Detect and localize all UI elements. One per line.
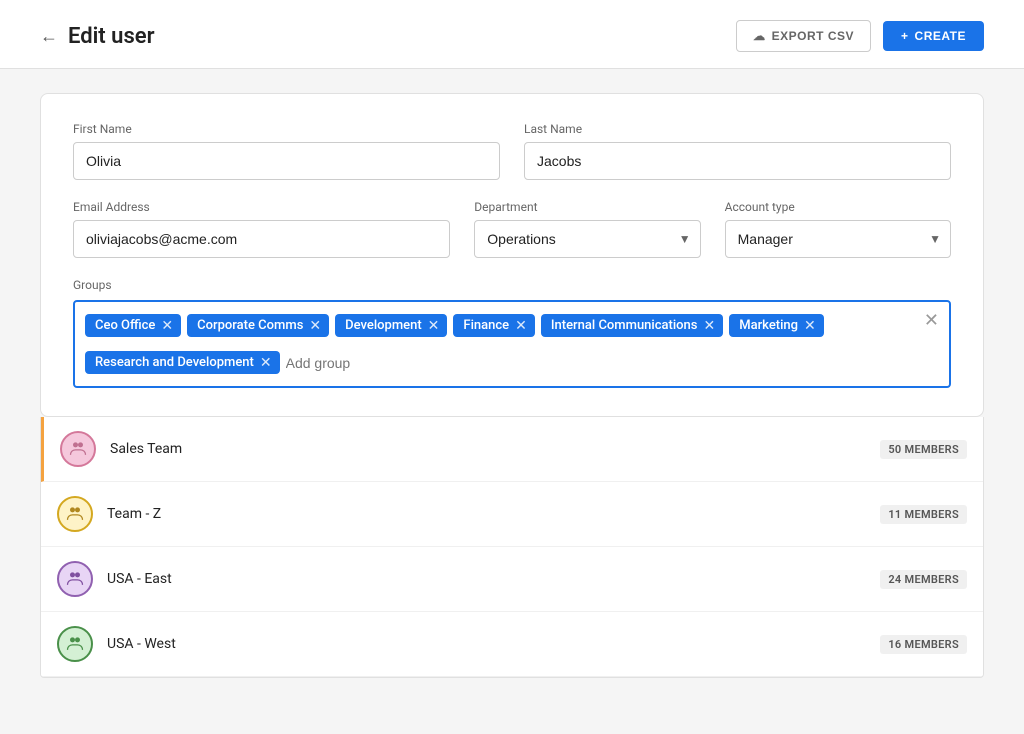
groups-label: Groups [73,278,951,292]
department-group: Department Operations Engineering Market… [474,200,700,258]
group-tag-research-dev-label: Research and Development [95,355,254,370]
group-tag-development-remove[interactable]: ✕ [428,319,440,333]
header: ← Edit user ☁ EXPORT CSV + CREATE [0,0,1024,69]
group-tag-development-label: Development [345,318,422,333]
groups-section: Groups Ceo Office ✕ Corporate Comms ✕ De… [73,278,951,388]
group-tag-ceo-office-remove[interactable]: ✕ [161,319,173,333]
team-z-member-count: 11 MEMBERS [880,505,967,524]
header-actions: ☁ EXPORT CSV + CREATE [736,20,984,52]
account-type-label: Account type [725,200,951,214]
email-input[interactable] [73,220,450,258]
group-tag-corporate-comms[interactable]: Corporate Comms ✕ [187,314,329,337]
dropdown-item-team-z[interactable]: Team - Z 11 MEMBERS [41,482,983,547]
email-dept-row: Email Address Department Operations Engi… [73,200,951,258]
groups-clear-button[interactable]: ✕ [924,312,939,330]
group-tag-internal-comms[interactable]: Internal Communications ✕ [541,314,723,337]
first-name-input[interactable] [73,142,500,180]
create-button[interactable]: + CREATE [883,21,984,51]
sales-team-name: Sales Team [110,441,880,457]
group-tag-finance-remove[interactable]: ✕ [515,319,527,333]
account-type-select-wrapper: Manager Admin User Viewer ▼ [725,220,951,258]
last-name-group: Last Name [524,122,951,180]
group-tag-finance-label: Finance [463,318,509,333]
name-row: First Name Last Name [73,122,951,180]
last-name-label: Last Name [524,122,951,136]
group-tag-research-dev[interactable]: Research and Development ✕ [85,351,280,374]
department-select[interactable]: Operations Engineering Marketing Sales F… [474,220,700,258]
dropdown-item-usa-east[interactable]: USA - East 24 MEMBERS [41,547,983,612]
sales-team-member-count: 50 MEMBERS [880,440,967,459]
department-label: Department [474,200,700,214]
group-tag-marketing[interactable]: Marketing ✕ [729,314,824,337]
usa-west-member-count: 16 MEMBERS [880,635,967,654]
back-button[interactable]: ← [40,26,58,47]
dropdown-item-usa-west[interactable]: USA - West 16 MEMBERS [41,612,983,677]
sales-team-avatar [60,431,96,467]
email-group: Email Address [73,200,450,258]
group-tag-ceo-office[interactable]: Ceo Office ✕ [85,314,181,337]
page: ← Edit user ☁ EXPORT CSV + CREATE First … [0,0,1024,734]
usa-east-avatar [57,561,93,597]
create-label: CREATE [915,29,966,43]
plus-icon: + [901,29,909,43]
first-name-group: First Name [73,122,500,180]
dropdown-list: Sales Team 50 MEMBERS Team - Z 11 MEMBER… [40,417,984,678]
team-z-avatar [57,496,93,532]
usa-west-name: USA - West [107,636,880,652]
form-card: First Name Last Name Email Address Depar… [40,93,984,417]
usa-east-member-count: 24 MEMBERS [880,570,967,589]
groups-input-box[interactable]: Ceo Office ✕ Corporate Comms ✕ Developme… [73,300,951,388]
group-tag-internal-comms-label: Internal Communications [551,318,698,333]
usa-east-name: USA - East [107,571,880,587]
last-name-input[interactable] [524,142,951,180]
dropdown-item-sales-team[interactable]: Sales Team 50 MEMBERS [41,417,983,482]
group-tag-corporate-comms-label: Corporate Comms [197,318,303,333]
main-content: First Name Last Name Email Address Depar… [0,69,1024,702]
export-label: EXPORT CSV [772,29,854,43]
group-tag-marketing-label: Marketing [739,318,798,333]
export-csv-button[interactable]: ☁ EXPORT CSV [736,20,871,52]
header-left: ← Edit user [40,24,155,49]
account-type-group: Account type Manager Admin User Viewer ▼ [725,200,951,258]
groups-dropdown: Sales Team 50 MEMBERS Team - Z 11 MEMBER… [40,417,984,678]
usa-west-avatar [57,626,93,662]
first-name-label: First Name [73,122,500,136]
team-z-name: Team - Z [107,506,880,522]
add-group-input[interactable] [286,355,467,371]
cloud-icon: ☁ [753,29,766,43]
group-tag-ceo-office-label: Ceo Office [95,318,155,333]
account-type-select[interactable]: Manager Admin User Viewer [725,220,951,258]
group-tag-research-dev-remove[interactable]: ✕ [260,356,272,370]
group-tag-internal-comms-remove[interactable]: ✕ [703,319,715,333]
group-tag-finance[interactable]: Finance ✕ [453,314,534,337]
group-tag-marketing-remove[interactable]: ✕ [804,319,816,333]
email-label: Email Address [73,200,450,214]
group-tag-corporate-comms-remove[interactable]: ✕ [309,319,321,333]
department-select-wrapper: Operations Engineering Marketing Sales F… [474,220,700,258]
group-tag-development[interactable]: Development ✕ [335,314,447,337]
page-title: Edit user [68,24,155,49]
